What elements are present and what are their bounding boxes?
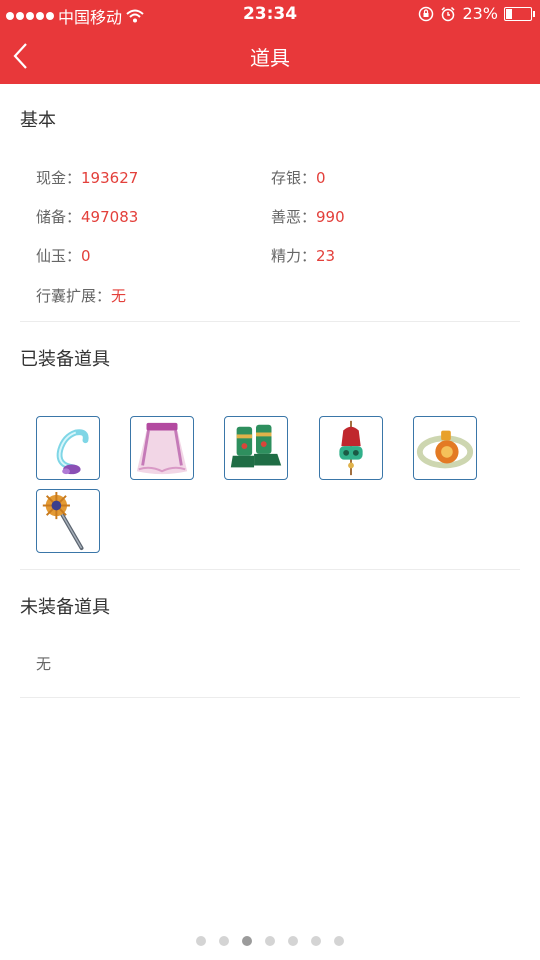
unequipped-section-title: 未装备道具 <box>20 597 110 618</box>
top-bar: 中国移动 23:34 23% 道具 <box>0 0 540 84</box>
basic-section-title: 基本 <box>20 110 56 131</box>
boots-item-icon <box>230 424 282 468</box>
page-dot[interactable] <box>196 936 206 946</box>
stat-bag-expansion: 行囊扩展：无 <box>36 287 127 305</box>
equipped-item[interactable] <box>130 416 194 480</box>
alarm-icon <box>441 6 455 21</box>
stat-karma: 善恶：990 <box>271 208 345 226</box>
divider <box>20 697 520 698</box>
equipped-item[interactable] <box>413 416 477 480</box>
empty-label: 无 <box>36 655 52 673</box>
battery-icon <box>504 6 535 21</box>
stat-savings: 存银：0 <box>271 169 326 187</box>
divider <box>20 569 520 570</box>
equipped-section-title: 已装备道具 <box>20 349 110 370</box>
ring-item-icon <box>416 430 474 469</box>
staff-item-icon <box>42 491 84 551</box>
equipped-item[interactable] <box>36 489 100 553</box>
page-indicator[interactable] <box>0 936 540 946</box>
equipped-item[interactable] <box>319 416 383 480</box>
skirt-item-icon <box>136 422 188 475</box>
stat-reserve: 储备：497083 <box>36 208 139 226</box>
page-dot[interactable] <box>288 936 298 946</box>
page-dot[interactable] <box>334 936 344 946</box>
equipped-item[interactable] <box>224 416 288 480</box>
page-dot[interactable] <box>265 936 275 946</box>
page-dot[interactable] <box>242 936 252 946</box>
page-dot[interactable] <box>311 936 321 946</box>
orientation-lock-icon <box>419 6 434 21</box>
amulet-item-icon <box>339 420 363 476</box>
divider <box>20 321 520 322</box>
page-title: 道具 <box>250 46 290 70</box>
equipped-item[interactable] <box>36 416 100 480</box>
status-bar: 中国移动 23:34 23% <box>0 0 540 28</box>
battery-percent: 23% <box>462 4 498 23</box>
page-dot[interactable] <box>219 936 229 946</box>
stat-cash: 现金：193627 <box>36 169 139 187</box>
nav-bar: 道具 <box>0 28 540 84</box>
stat-energy: 精力：23 <box>271 247 336 265</box>
stat-jade: 仙玉：0 <box>36 247 91 265</box>
hook-item-icon <box>56 429 89 475</box>
